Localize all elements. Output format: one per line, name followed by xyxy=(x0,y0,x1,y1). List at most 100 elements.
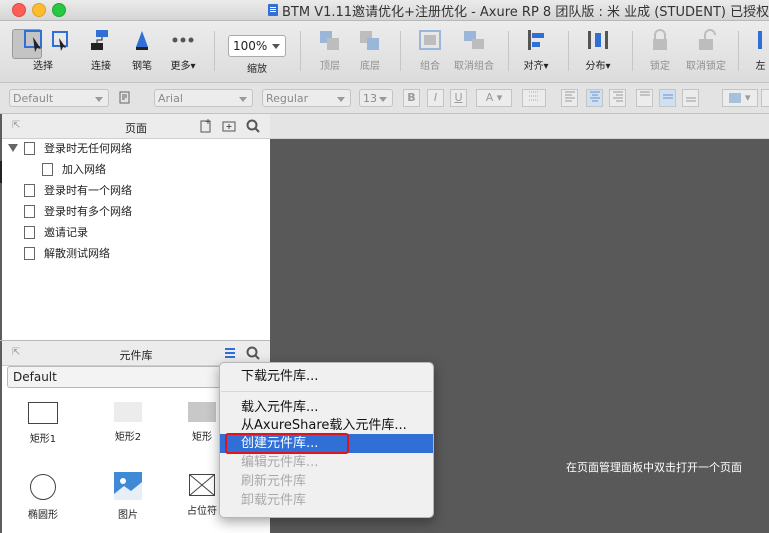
distribute-button[interactable]: 分布▾ xyxy=(583,27,613,72)
toolbar-divider xyxy=(300,31,301,71)
search-icon[interactable] xyxy=(245,345,261,361)
zoom-value: 100% xyxy=(233,39,268,53)
text-align-bottom-icon xyxy=(685,97,696,102)
page-item[interactable]: 解散测试网络 xyxy=(24,243,110,264)
widget-ellipse[interactable]: 椭圆形 xyxy=(13,474,73,521)
add-folder-icon[interactable] xyxy=(221,118,237,134)
canvas-ruler-area xyxy=(270,114,769,139)
align-button[interactable]: 对齐▾ xyxy=(521,27,551,72)
page-item[interactable]: 登录时有一个网络 xyxy=(24,180,132,201)
document-icon xyxy=(268,4,278,16)
font-size-select[interactable]: 13 xyxy=(359,89,393,107)
align-left-icon xyxy=(528,30,544,50)
menu-item-load-library[interactable]: 载入元件库... xyxy=(220,398,433,417)
menu-item-refresh-library[interactable]: 刷新元件库 xyxy=(220,472,433,491)
font-weight-select[interactable]: Regular xyxy=(262,89,351,107)
zoom-label-wrap: 缩放 xyxy=(240,60,274,75)
underline-button[interactable]: U xyxy=(450,89,467,107)
pen-button[interactable]: 钢笔 xyxy=(127,27,157,72)
left-cut-button[interactable]: 左 xyxy=(752,27,769,72)
align-right-text-button[interactable] xyxy=(609,89,626,107)
connect-label: 连接 xyxy=(91,61,111,72)
group-label: 组合 xyxy=(420,61,440,72)
chevron-down-icon xyxy=(379,97,387,102)
unlock-label: 取消锁定 xyxy=(686,61,726,72)
font-color-button[interactable]: A ▾ xyxy=(476,89,512,107)
page-item[interactable]: 邀请记录 xyxy=(24,222,88,243)
align-bottom-text-button[interactable] xyxy=(682,89,699,107)
ungroup-label: 取消组合 xyxy=(454,61,494,72)
widget-label: 占位符 xyxy=(187,506,217,517)
lock-button[interactable]: 锁定 xyxy=(645,27,675,72)
more-button[interactable]: 更多▾ xyxy=(165,27,201,72)
library-menu-icon[interactable] xyxy=(222,345,238,361)
widget-rectangle-1[interactable]: 矩形1 xyxy=(13,402,73,445)
widget-rectangle-2[interactable]: 矩形2 xyxy=(98,402,158,443)
lock-icon xyxy=(653,29,667,50)
font-color-label: A xyxy=(485,91,494,104)
partial-toolbar-icon xyxy=(757,31,762,49)
page-item[interactable]: 登录时有多个网络 xyxy=(24,201,132,222)
bullet-list-button[interactable] xyxy=(522,89,546,107)
add-page-icon[interactable] xyxy=(198,118,214,134)
menu-item-download-library[interactable]: 下载元件库... xyxy=(220,367,433,386)
select-button[interactable]: 选择 xyxy=(12,27,54,72)
align-label: 对齐▾ xyxy=(523,61,549,72)
page-item[interactable]: 登录时无任何网络 xyxy=(24,138,132,159)
window-title-group: BTM V1.11邀请优化+注册优化 - Axure RP 8 团队版 : 米 … xyxy=(268,2,769,20)
toolbar-divider xyxy=(508,31,509,71)
widget-placeholder[interactable]: 占位符 xyxy=(180,474,224,517)
widget-rectangle[interactable]: 矩形 xyxy=(180,402,224,443)
page-icon xyxy=(42,162,53,176)
toolbar-divider xyxy=(632,31,633,71)
page-icon xyxy=(24,183,35,197)
send-to-back-button[interactable]: 底层 xyxy=(355,27,385,72)
style-value: Default xyxy=(13,92,54,105)
pen-label: 钢笔 xyxy=(132,61,152,72)
send-back-icon xyxy=(360,31,379,50)
style-select[interactable]: Default xyxy=(9,89,109,107)
close-window-button[interactable] xyxy=(12,3,26,17)
fill-color-button[interactable]: ▾ xyxy=(722,89,758,107)
line-color-button[interactable] xyxy=(761,89,769,107)
more-label: 更多▾ xyxy=(170,61,196,72)
zoom-window-button[interactable] xyxy=(52,3,66,17)
italic-label: I xyxy=(433,91,438,104)
send-to-back-label: 底层 xyxy=(360,61,380,72)
select-icon xyxy=(24,30,42,52)
bold-button[interactable]: B xyxy=(403,89,420,107)
page-item-label: 登录时有一个网络 xyxy=(44,184,132,197)
page-icon xyxy=(24,141,35,155)
bring-to-front-button[interactable]: 顶层 xyxy=(315,27,345,72)
align-center-text-button[interactable] xyxy=(586,89,603,107)
group-button[interactable]: 组合 xyxy=(415,27,445,72)
toolbar-divider xyxy=(738,31,739,71)
zoom-label: 缩放 xyxy=(247,64,267,75)
format-painter-icon[interactable] xyxy=(119,91,133,105)
expand-triangle-icon[interactable] xyxy=(8,144,18,152)
window-title: BTM V1.11邀请优化+注册优化 - Axure RP 8 团队版 : 米 … xyxy=(282,4,769,20)
connector-icon xyxy=(91,30,108,50)
page-item[interactable]: 加入网络 xyxy=(42,159,106,180)
align-left-text-button[interactable] xyxy=(561,89,578,107)
widget-image[interactable]: 图片 xyxy=(98,472,158,521)
bring-to-front-label: 顶层 xyxy=(320,61,340,72)
unlock-button[interactable]: 取消锁定 xyxy=(684,27,728,72)
align-middle-text-button[interactable] xyxy=(659,89,676,107)
connect-button[interactable]: 连接 xyxy=(86,27,116,72)
font-family-select[interactable]: Arial xyxy=(154,89,253,107)
widget-label: 图片 xyxy=(118,510,138,521)
image-icon xyxy=(114,472,142,500)
zoom-select[interactable]: 100% xyxy=(228,35,286,57)
menu-item-edit-library[interactable]: 编辑元件库... xyxy=(220,453,433,472)
minimize-window-button[interactable] xyxy=(32,3,46,17)
distribute-icon xyxy=(588,31,608,49)
align-top-text-button[interactable] xyxy=(636,89,653,107)
ungroup-button[interactable]: 取消组合 xyxy=(452,27,496,72)
search-icon[interactable] xyxy=(245,118,261,134)
menu-item-unload-library[interactable]: 卸载元件库 xyxy=(220,491,433,510)
select-mode-icon[interactable] xyxy=(50,29,70,59)
page-item-label: 邀请记录 xyxy=(44,226,88,239)
italic-button[interactable]: I xyxy=(427,89,444,107)
bold-label: B xyxy=(407,91,416,104)
